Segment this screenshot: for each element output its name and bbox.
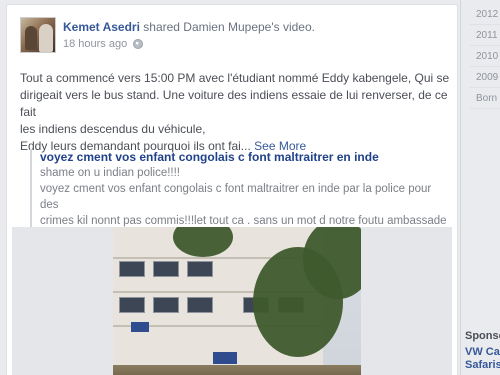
post-body-line: dirigeait vers le bus stand. Une voiture… xyxy=(20,88,448,119)
post-header-line: Kemet Asedri shared Damien Mupepe's vide… xyxy=(63,20,449,34)
shared-action-text[interactable]: shared Damien Mupepe's video. xyxy=(143,20,315,34)
sponsored-heading: Sponso xyxy=(465,330,500,342)
shared-post-line: shame on u indian police!!!! xyxy=(40,167,181,179)
ad-title-line: VW Car xyxy=(465,346,500,358)
column-divider xyxy=(460,0,461,375)
post-card: Kemet Asedri shared Damien Mupepe's vide… xyxy=(6,4,458,375)
shared-post-line: voyez cment vos enfant congolais c font … xyxy=(40,183,432,211)
year-link[interactable]: 2009 xyxy=(470,67,500,88)
crowd-strip xyxy=(113,365,361,375)
avatar-figure xyxy=(25,26,37,50)
ad-title-line: Safaris xyxy=(465,359,500,371)
shared-post-quote: voyez cment vos enfant congolais c font … xyxy=(30,149,450,229)
post-body-line: les indiens descendus du véhicule, xyxy=(20,122,206,136)
avatar[interactable] xyxy=(20,17,56,53)
sign-board xyxy=(213,352,237,364)
post-meta: 18 hours ago xyxy=(63,38,144,50)
window xyxy=(187,297,213,313)
globe-icon[interactable] xyxy=(133,39,144,49)
sign-board xyxy=(131,322,149,332)
video-thumbnail[interactable] xyxy=(113,227,361,375)
year-link[interactable]: 2010 xyxy=(470,46,500,67)
shared-post-title[interactable]: voyez cment vos enfant congolais c font … xyxy=(40,149,450,165)
year-link[interactable]: 2012 xyxy=(470,4,500,25)
timeline-years: 2012 2011 2010 2009 Born xyxy=(470,4,500,109)
post-header: Kemet Asedri shared Damien Mupepe's vide… xyxy=(63,20,449,34)
post-body-line: Tout a commencé vers 15:00 PM avec l'étu… xyxy=(20,71,450,85)
avatar-figure xyxy=(39,24,53,52)
year-link[interactable]: 2011 xyxy=(470,25,500,46)
window xyxy=(153,297,179,313)
window xyxy=(187,261,213,277)
post-timestamp[interactable]: 18 hours ago xyxy=(63,38,127,50)
video-container[interactable] xyxy=(12,227,452,375)
facebook-feed: Kemet Asedri shared Damien Mupepe's vide… xyxy=(0,0,500,375)
window xyxy=(119,261,145,277)
actor-name-link[interactable]: Kemet Asedri xyxy=(63,20,140,34)
post-body: Tout a commencé vers 15:00 PM avec l'étu… xyxy=(20,70,450,155)
ad-title-link[interactable]: VW Car Safaris xyxy=(465,346,500,372)
window xyxy=(119,297,145,313)
window xyxy=(153,261,179,277)
year-link[interactable]: Born xyxy=(470,88,500,109)
